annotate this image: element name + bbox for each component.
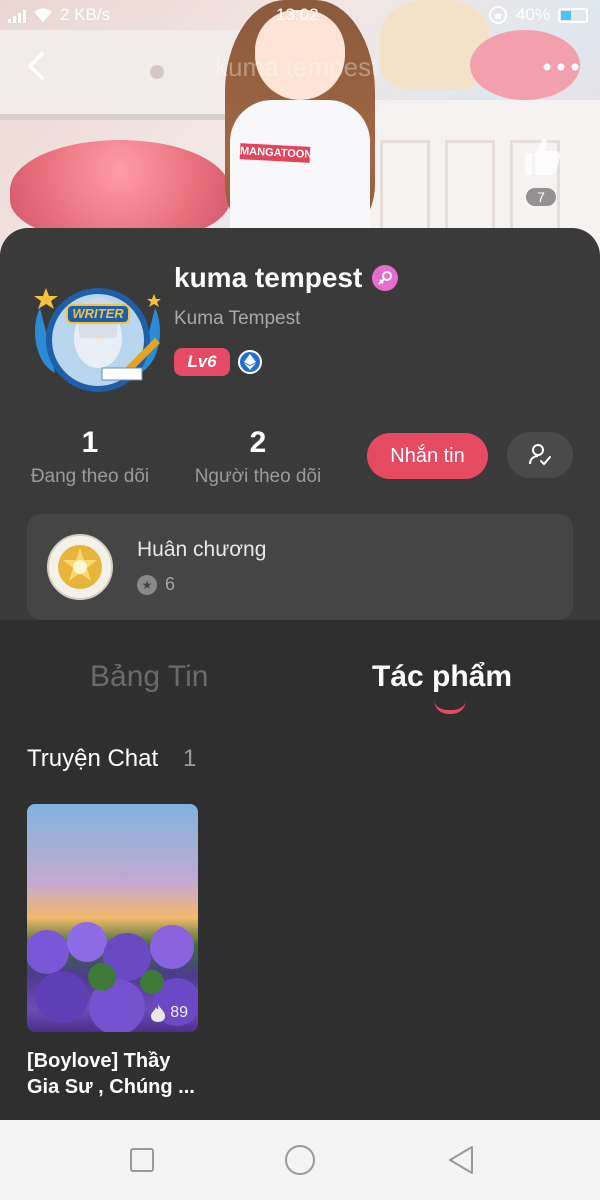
section-title: Truyện Chat [27,745,159,772]
back-icon [27,52,44,80]
back-button[interactable] [24,48,60,88]
rotation-lock-icon [488,6,507,24]
book-title-line1: [Boylove] Thầy [27,1050,171,1072]
medals-count: 6 [165,574,176,594]
book-title[interactable]: [Boylove] Thầy Gia Sư , Chúng ... [27,1048,207,1100]
message-button[interactable]: Nhắn tin [367,433,488,479]
banner-character-shirt: MANGATOON [230,100,370,240]
system-nav-bar [0,1120,600,1200]
clock: 13:02 [276,5,319,24]
section-count: 1 [183,745,197,772]
battery-icon [558,7,588,23]
banner-stool [10,140,230,240]
followers-label: Người theo dõi [194,466,322,487]
star-icon: ★ [137,574,157,595]
avatar[interactable]: WRITER [30,268,165,398]
shirt-logo: MANGATOON [239,143,313,163]
following-count: 1 [81,426,99,459]
book-views: 89 [150,1004,188,1022]
thumb-up-icon [525,138,561,175]
book-views-count: 89 [170,1004,188,1021]
ethereum-badge[interactable] [238,350,262,374]
circle-icon[interactable] [284,1144,316,1176]
follow-button[interactable] [507,432,573,478]
triangle-back-icon[interactable] [444,1144,476,1176]
follow-user-icon [529,444,551,466]
more-icon [543,63,579,71]
battery-percent: 40% [515,5,550,24]
writer-badge-label: WRITER [66,304,130,324]
followers-stat[interactable]: 2 Người theo dõi [190,426,326,488]
medals-box[interactable]: Huân chương ★ 6 [27,514,573,620]
square-icon[interactable] [126,1144,158,1176]
tab-active-indicator [434,700,466,714]
followers-count: 2 [249,426,267,459]
username: kuma tempest [174,262,363,293]
profile-tabs: Bảng Tin Tác phẩm [0,640,600,720]
profile-banner: MANGATOON kuma tempest [0,0,600,260]
following-label: Đang theo dõi [30,466,150,487]
more-button[interactable] [536,48,586,88]
like-button[interactable]: 7 [516,135,566,207]
medals-count-row: ★ 6 [137,574,175,595]
status-bar: 2 KB/s 13:02 40% [0,0,600,32]
like-count: 7 [526,188,556,206]
profile-card: WRITER kuma tempest Kuma Tempest Lv6 1 Đ… [0,228,600,620]
writer-avatar-icon [34,288,161,392]
tab-works[interactable]: Tác phẩm [372,660,512,694]
following-stat[interactable]: 1 Đang theo dõi [28,426,152,488]
network-speed: 2 KB/s [60,5,111,24]
gender-badge [372,265,399,291]
medals-title: Huân chương [137,538,267,561]
display-name: Kuma Tempest [174,308,301,329]
signal-icon [8,7,26,23]
female-icon [378,271,393,285]
fire-icon [151,1004,166,1022]
medal-icon [47,534,113,600]
book-title-line2: Gia Sư , Chúng ... [27,1076,195,1098]
tab-feed[interactable]: Bảng Tin [90,660,208,694]
header-ghost-title: kuma tempest [215,52,379,82]
book-cover[interactable]: 89 [27,804,198,1032]
level-badge[interactable]: Lv6 [174,348,230,376]
wifi-icon [34,8,52,22]
ethereum-icon [244,354,256,370]
